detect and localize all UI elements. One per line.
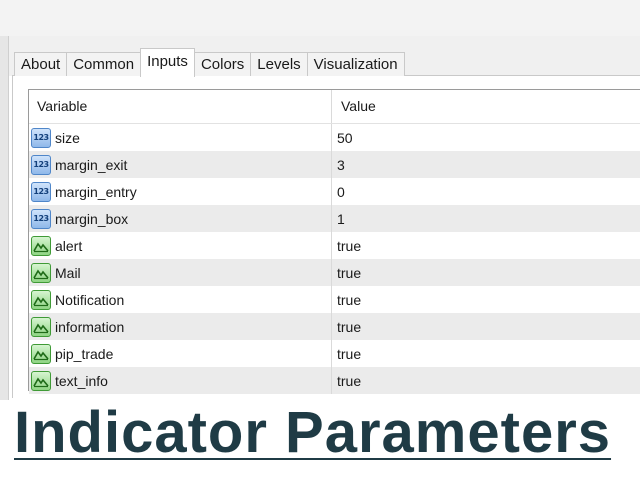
table-row[interactable]: 123 size 50 (29, 124, 640, 151)
boolean-glyph (33, 296, 49, 306)
variable-name: size (55, 129, 80, 146)
boolean-icon (31, 316, 51, 337)
table-row[interactable]: pip_trade true (29, 340, 640, 367)
variable-name: margin_box (55, 210, 129, 227)
number-123-icon: 123 (31, 127, 51, 148)
value-cell[interactable]: 0 (332, 184, 640, 200)
table-row[interactable]: Mail true (29, 259, 640, 286)
variable-cell: 123 size (29, 124, 332, 151)
boolean-icon (31, 289, 51, 310)
variable-cell: 123 margin_box (29, 205, 332, 232)
window-left-edge (0, 36, 9, 400)
variable-cell: Mail (29, 259, 332, 286)
banner-title: Indicator Parameters (14, 400, 612, 465)
variable-cell: Notification (29, 286, 332, 313)
variable-cell: alert (29, 232, 332, 259)
tab-inputs[interactable]: Inputs (140, 48, 195, 77)
number-icon-label: 123 (33, 214, 49, 223)
table-row[interactable]: Notification true (29, 286, 640, 313)
value-cell[interactable]: true (332, 373, 640, 389)
table-row[interactable]: 123 margin_entry 0 (29, 178, 640, 205)
column-header-value[interactable]: Value (332, 90, 640, 123)
value-cell[interactable]: true (332, 346, 640, 362)
number-icon-label: 123 (33, 160, 49, 169)
variable-name: information (55, 318, 125, 335)
boolean-icon (31, 343, 51, 364)
variable-name: margin_exit (55, 156, 128, 173)
value-cell[interactable]: true (332, 292, 640, 308)
tab-visualization[interactable]: Visualization (306, 52, 405, 76)
number-icon-label: 123 (33, 133, 49, 142)
variable-cell: 123 margin_entry (29, 178, 332, 205)
variable-name: alert (55, 237, 83, 254)
table-row[interactable]: 123 margin_box 1 (29, 205, 640, 232)
value-cell[interactable]: true (332, 319, 640, 335)
boolean-glyph (33, 350, 49, 360)
grid-rows: 123 size 50 123 margin_exit 3 123 margin_entry 0… (29, 124, 640, 394)
table-row[interactable]: text_info true (29, 367, 640, 394)
tab-common[interactable]: Common (66, 52, 142, 76)
boolean-icon (31, 235, 51, 256)
number-icon-label: 123 (33, 187, 49, 196)
column-header-variable[interactable]: Variable (29, 90, 332, 123)
variable-name: text_info (55, 372, 108, 389)
variable-cell: information (29, 313, 332, 340)
value-cell[interactable]: 3 (332, 157, 640, 173)
number-123-icon: 123 (31, 154, 51, 175)
variable-cell: 123 margin_exit (29, 151, 332, 178)
value-cell[interactable]: true (332, 238, 640, 254)
boolean-icon (31, 370, 51, 391)
boolean-glyph (33, 323, 49, 333)
table-row[interactable]: alert true (29, 232, 640, 259)
table-row[interactable]: 123 margin_exit 3 (29, 151, 640, 178)
tab-bar: About Common Inputs Colors Levels Visual… (14, 48, 405, 77)
variable-name: margin_entry (55, 183, 137, 200)
number-123-icon: 123 (31, 181, 51, 202)
variable-cell: pip_trade (29, 340, 332, 367)
inputs-grid: Variable Value 123 size 50 123 margin_exit 3 1… (28, 89, 640, 394)
grid-header: Variable Value (29, 90, 640, 124)
variable-cell: text_info (29, 367, 332, 394)
value-cell[interactable]: 50 (332, 130, 640, 146)
variable-name: Notification (55, 291, 125, 308)
boolean-glyph (33, 242, 49, 252)
value-cell[interactable]: true (332, 265, 640, 281)
tab-about[interactable]: About (14, 52, 68, 76)
tab-levels[interactable]: Levels (250, 52, 308, 76)
number-123-icon: 123 (31, 208, 51, 229)
boolean-glyph (33, 269, 49, 279)
variable-name: Mail (55, 264, 81, 281)
boolean-glyph (33, 377, 49, 387)
tab-colors[interactable]: Colors (193, 52, 252, 76)
window-top-strip (0, 0, 640, 36)
value-cell[interactable]: 1 (332, 211, 640, 227)
boolean-icon (31, 262, 51, 283)
variable-name: pip_trade (55, 345, 114, 362)
table-row[interactable]: information true (29, 313, 640, 340)
